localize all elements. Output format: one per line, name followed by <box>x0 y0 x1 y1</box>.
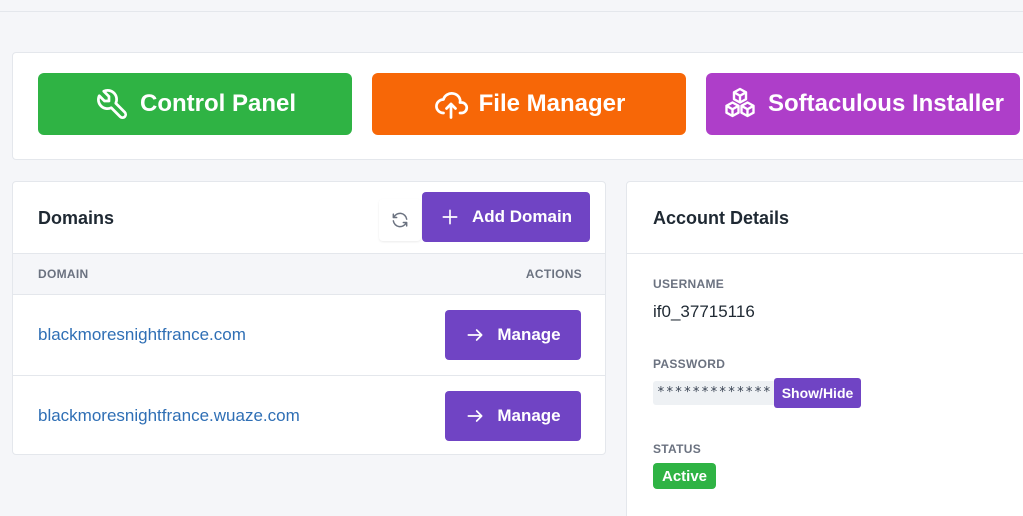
file-manager-label: File Manager <box>478 90 626 117</box>
show-hide-password-button[interactable]: Show/Hide <box>774 378 861 408</box>
table-row: blackmoresnightfrance.wuaze.com Manage <box>13 376 605 454</box>
status-badge: Active <box>653 463 716 489</box>
domain-link[interactable]: blackmoresnightfrance.wuaze.com <box>38 406 300 426</box>
refresh-button[interactable] <box>379 199 421 241</box>
arrow-right-icon <box>467 410 483 422</box>
username-value: if0_37715116 <box>653 302 755 321</box>
column-header-actions: ACTIONS <box>525 267 582 281</box>
quick-actions-card: Control Panel File Manager Softaculous I… <box>12 52 1023 160</box>
file-manager-button[interactable]: File Manager <box>372 73 686 135</box>
plus-icon <box>442 209 458 225</box>
softaculous-installer-button[interactable]: Softaculous Installer <box>706 73 1020 135</box>
column-header-domain: DOMAIN <box>38 267 89 281</box>
password-masked-value: ************* <box>653 381 776 405</box>
add-domain-label: Add Domain <box>471 207 573 226</box>
arrow-right-icon <box>467 329 483 341</box>
account-details-title: Account Details <box>653 208 790 228</box>
domains-card: Domains Add Domain DOMAIN ACTIONS blackm… <box>12 181 606 455</box>
control-panel-button[interactable]: Control Panel <box>38 73 352 135</box>
domain-link[interactable]: blackmoresnightfrance.com <box>38 325 246 345</box>
cloud-upload-icon <box>434 92 468 119</box>
divider <box>627 253 1023 254</box>
username-label: USERNAME <box>653 277 725 291</box>
domains-table-header: DOMAIN ACTIONS <box>13 253 605 295</box>
wrench-icon <box>97 89 127 120</box>
account-details-card: Account Details USERNAME if0_37715116 PA… <box>626 181 1023 516</box>
password-label: PASSWORD <box>653 357 726 371</box>
table-row: blackmoresnightfrance.com Manage <box>13 295 605 376</box>
add-domain-button[interactable]: Add Domain <box>422 192 590 242</box>
softaculous-label: Softaculous Installer <box>767 90 1005 117</box>
manage-button[interactable]: Manage <box>445 310 581 360</box>
status-label: STATUS <box>653 442 702 456</box>
cubes-icon <box>725 87 755 118</box>
domains-title: Domains <box>38 208 115 228</box>
refresh-icon <box>392 212 408 228</box>
manage-label: Manage <box>497 325 561 344</box>
top-bar <box>0 0 1023 12</box>
manage-label: Manage <box>497 406 561 425</box>
manage-button[interactable]: Manage <box>445 391 581 441</box>
control-panel-label: Control Panel <box>139 90 296 117</box>
